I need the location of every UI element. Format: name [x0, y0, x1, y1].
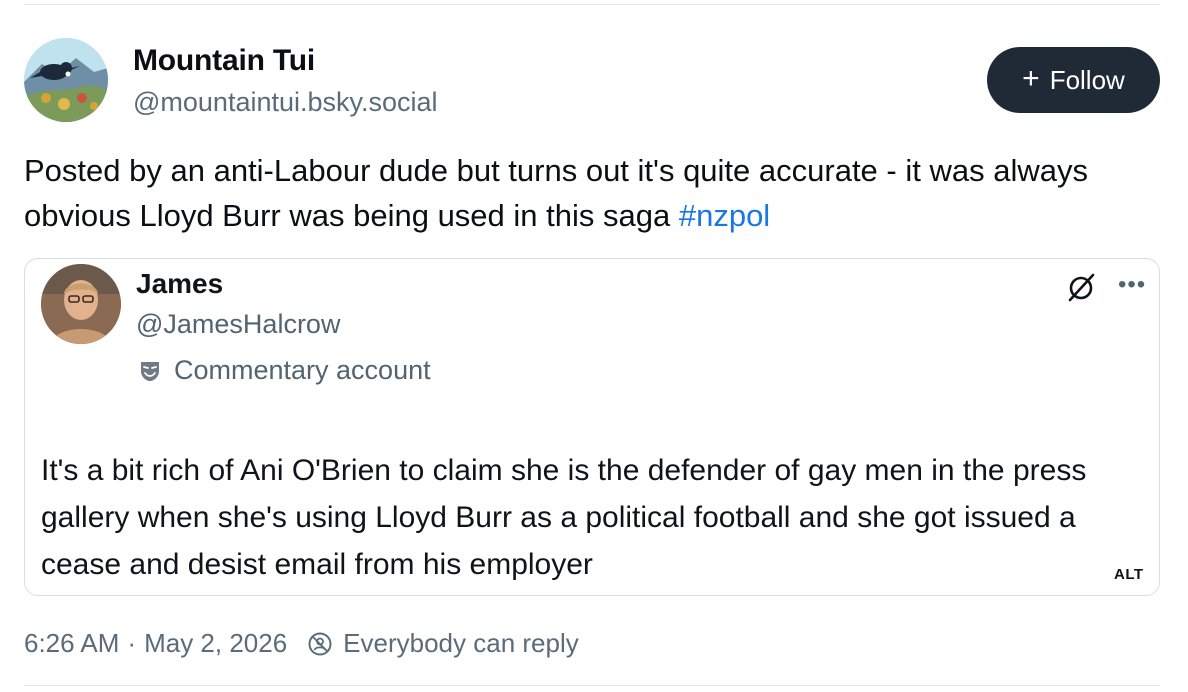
- reply-settings[interactable]: Everybody can reply: [307, 628, 579, 659]
- author-name[interactable]: Mountain Tui: [133, 44, 315, 78]
- x-logo-icon: [1068, 273, 1095, 302]
- quoted-post-text: It's a bit rich of Ani O'Brien to claim …: [41, 454, 1087, 581]
- post-text: Posted by an anti-Labour dude but turns …: [24, 148, 1164, 238]
- footer-separator: ·: [127, 628, 137, 658]
- plus-icon: +: [1022, 61, 1040, 95]
- post-time: 6:26 AM: [24, 628, 120, 658]
- post-date: May 2, 2026: [144, 628, 288, 658]
- post-body-text: Posted by an anti-Labour dude but turns …: [24, 153, 1088, 233]
- commentary-badge-label: Commentary account: [174, 355, 431, 385]
- hashtag-link[interactable]: #nzpol: [679, 198, 770, 233]
- follow-button-label: Follow: [1049, 64, 1125, 95]
- author-handle[interactable]: @mountaintui.bsky.social: [133, 87, 438, 118]
- embedded-image[interactable]: James @JamesHalcrow Commentary account •…: [24, 258, 1160, 596]
- top-divider: [24, 4, 1160, 5]
- bottom-divider: [24, 685, 1160, 686]
- quoted-avatar-image: [41, 264, 121, 344]
- alt-text-badge[interactable]: ALT: [1114, 566, 1144, 583]
- follow-button[interactable]: + Follow: [987, 47, 1160, 113]
- quoted-author-name: James: [136, 268, 224, 299]
- theater-mask-icon: [141, 361, 159, 381]
- tui-bird-avatar-image: [24, 38, 108, 122]
- commentary-badge: Commentary account: [138, 355, 431, 386]
- more-icon: •••: [1118, 271, 1147, 298]
- quoted-author-avatar: [41, 264, 121, 344]
- reply-settings-icon: [308, 632, 332, 655]
- post-footer: 6:26 AM · May 2, 2026 Everybody can repl…: [24, 628, 579, 659]
- author-avatar[interactable]: [24, 38, 108, 122]
- reply-settings-label: Everybody can reply: [343, 628, 579, 658]
- post-view: Mountain Tui @mountaintui.bsky.social + …: [0, 0, 1188, 692]
- quoted-author-handle: @JamesHalcrow: [136, 309, 341, 339]
